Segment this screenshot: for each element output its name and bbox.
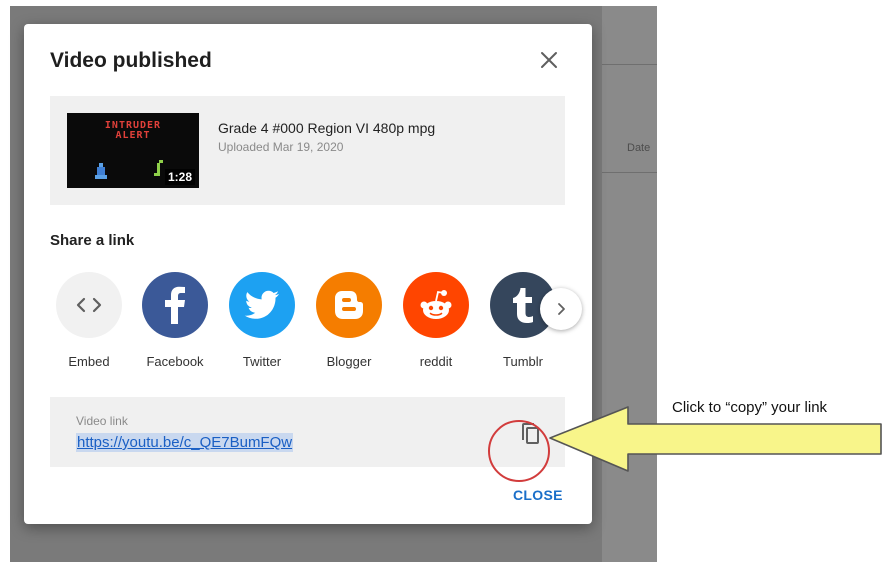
- column-header-date: Date: [627, 142, 651, 154]
- video-published-dialog: Video published INTRUDER ALERT 1:28 Grad…: [24, 24, 592, 524]
- video-name: Grade 4 #000 Region VI 480p mpg: [218, 120, 436, 136]
- share-embed[interactable]: Embed: [49, 272, 129, 369]
- video-duration: 1:28: [164, 169, 195, 185]
- reddit-icon: [403, 272, 469, 338]
- dialog-title: Video published: [50, 49, 212, 72]
- blogger-icon: [316, 272, 382, 338]
- share-label-facebook: Facebook: [146, 354, 204, 369]
- facebook-icon: [142, 272, 208, 338]
- backdrop-divider: [602, 64, 657, 65]
- close-icon[interactable]: [537, 48, 561, 72]
- share-label-blogger: Blogger: [326, 354, 372, 369]
- copy-highlight-ring: [488, 420, 550, 482]
- embed-icon: [56, 272, 122, 338]
- share-label-tumblr: Tumblr: [503, 354, 543, 369]
- robot-sprite-icon: [95, 163, 107, 179]
- thumbnail-title-text: INTRUDER ALERT: [67, 121, 199, 141]
- chevron-right-icon: [558, 303, 565, 315]
- twitter-icon: [229, 272, 295, 338]
- video-thumbnail[interactable]: INTRUDER ALERT 1:28: [67, 113, 199, 188]
- video-link-url[interactable]: https://youtu.be/c_QE7BumFQw: [76, 433, 294, 452]
- share-blogger[interactable]: Blogger: [309, 272, 389, 369]
- share-section-label: Share a link: [50, 232, 135, 249]
- share-facebook[interactable]: Facebook: [135, 272, 215, 369]
- share-label-embed: Embed: [68, 354, 110, 369]
- share-label-twitter: Twitter: [242, 354, 282, 369]
- thumbnail-line: ALERT: [115, 130, 151, 141]
- screenshot-stage: Date Video published INTRUDER ALERT 1:28…: [0, 0, 885, 565]
- next-share-button[interactable]: [540, 288, 582, 330]
- player-sprite-icon: [154, 160, 163, 176]
- video-upload-date: Uploaded Mar 19, 2020: [218, 140, 344, 154]
- close-button[interactable]: CLOSE: [513, 487, 563, 503]
- callout-text: Click to “copy” your link: [672, 399, 828, 416]
- share-label-reddit: reddit: [419, 354, 453, 369]
- video-link-label: Video link: [76, 414, 128, 428]
- share-twitter[interactable]: Twitter: [222, 272, 302, 369]
- backdrop-panel: [602, 6, 657, 562]
- backdrop-divider: [602, 172, 657, 173]
- video-card: INTRUDER ALERT 1:28 Grade 4 #000 Region …: [50, 96, 565, 205]
- share-options-row: Embed Facebook Twitter Blogger reddit Tu…: [24, 272, 592, 372]
- share-reddit[interactable]: reddit: [396, 272, 476, 369]
